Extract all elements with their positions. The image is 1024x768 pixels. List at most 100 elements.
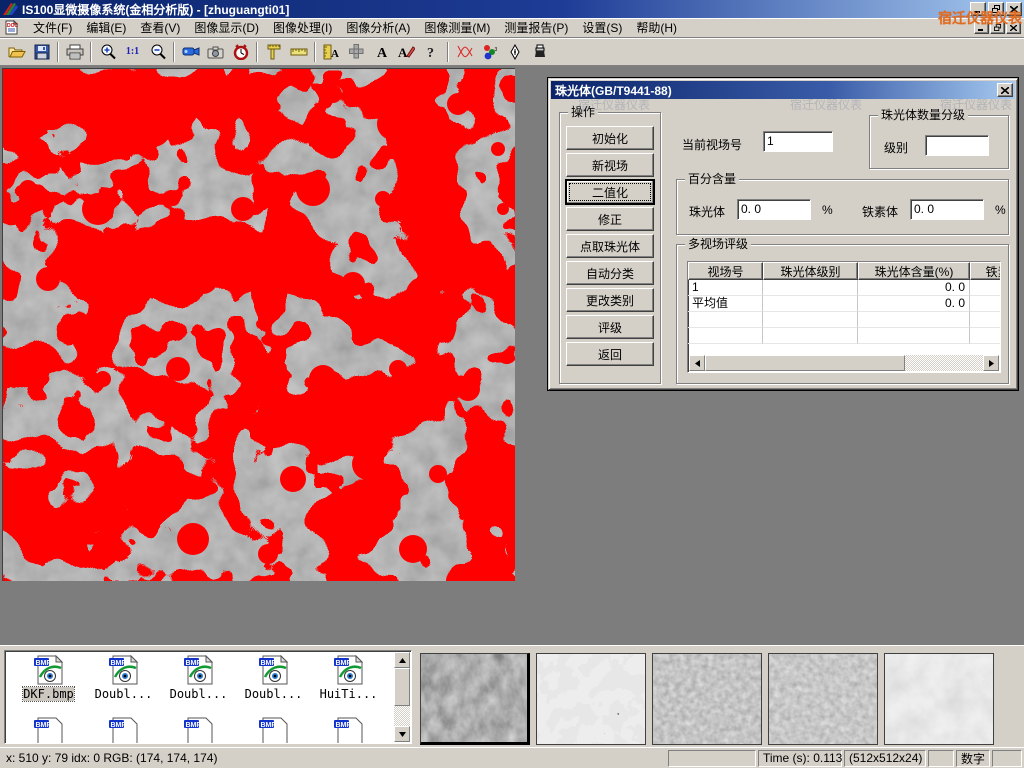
file-name[interactable]: Doubl... bbox=[170, 687, 228, 701]
file-item[interactable]: BMP bbox=[161, 717, 236, 744]
file-item[interactable]: BMP bbox=[311, 717, 386, 744]
pearlite-percent-input[interactable]: 0. 0 bbox=[737, 199, 811, 220]
header-ferrite-content[interactable]: 铁素体含量(%) bbox=[970, 262, 1001, 280]
file-item[interactable]: BMP bbox=[86, 717, 161, 744]
scroll-down-arrow[interactable] bbox=[394, 726, 410, 742]
curve-tool-button[interactable] bbox=[452, 40, 477, 64]
menu-help[interactable]: 帮助(H) bbox=[629, 17, 684, 38]
new-field-button[interactable]: 新视场 bbox=[566, 153, 654, 177]
print-button[interactable] bbox=[62, 40, 87, 64]
menu-settings[interactable]: 设置(S) bbox=[575, 17, 629, 38]
scroll-left-arrow[interactable] bbox=[689, 355, 705, 371]
filmstrip-panel: BMP DKF.bmp BMP Doubl... BMP bbox=[0, 645, 1024, 747]
micrograph-image[interactable] bbox=[2, 68, 515, 581]
file-name[interactable]: DKF.bmp bbox=[23, 687, 74, 701]
caliper-button[interactable] bbox=[261, 40, 286, 64]
minimize-button[interactable] bbox=[970, 2, 986, 16]
pen-tool-button[interactable] bbox=[502, 40, 527, 64]
svg-text:BMP: BMP bbox=[110, 660, 126, 667]
menu-edit[interactable]: 编辑(E) bbox=[79, 17, 133, 38]
cell-grade bbox=[763, 280, 858, 296]
menu-image-analysis[interactable]: 图像分析(A) bbox=[339, 17, 417, 38]
current-field-input[interactable]: 1 bbox=[763, 131, 833, 152]
mdi-close-button[interactable] bbox=[1006, 21, 1021, 34]
table-row[interactable]: 平均值 0. 0 bbox=[688, 296, 1000, 312]
table-row-empty bbox=[688, 312, 1000, 328]
menu-image-display[interactable]: 图像显示(D) bbox=[187, 17, 266, 38]
percent-group: 百分含量 珠光体 0. 0 % 铁素体 0. 0 % bbox=[676, 179, 1009, 235]
menu-view[interactable]: 查看(V) bbox=[133, 17, 187, 38]
file-item[interactable]: BMP HuiTi... bbox=[311, 655, 386, 701]
file-item[interactable]: BMP DKF.bmp bbox=[11, 655, 86, 701]
grid-button[interactable] bbox=[344, 40, 369, 64]
pick-pearlite-button[interactable]: 点取珠光体 bbox=[566, 234, 654, 258]
thumbnail-3[interactable] bbox=[652, 653, 762, 745]
header-field-no[interactable]: 视场号 bbox=[688, 262, 763, 280]
menu-image-process[interactable]: 图像处理(I) bbox=[266, 17, 339, 38]
capture-camera-button[interactable] bbox=[203, 40, 228, 64]
text-button[interactable]: A bbox=[369, 40, 394, 64]
thumbnail-1[interactable] bbox=[420, 653, 530, 745]
svg-text:?: ? bbox=[427, 46, 434, 59]
init-button[interactable]: 初始化 bbox=[566, 126, 654, 150]
help-button[interactable]: ? bbox=[419, 40, 444, 64]
file-list-scrollbar[interactable] bbox=[394, 652, 410, 742]
menu-image-measure[interactable]: 图像测量(M) bbox=[417, 17, 497, 38]
thumbnail-2[interactable] bbox=[536, 653, 646, 745]
mdi-minimize-button[interactable] bbox=[974, 21, 989, 34]
zoom-out-button[interactable] bbox=[145, 40, 170, 64]
bmp-file-icon: BMP bbox=[182, 655, 216, 685]
timer-button[interactable] bbox=[228, 40, 253, 64]
multi-field-table[interactable]: 视场号 珠光体级别 珠光体含量(%) 铁素体含量(%) 1 0. 0 平均值 0… bbox=[687, 261, 1001, 373]
scroll-thumb[interactable] bbox=[394, 668, 410, 706]
header-pearlite-content[interactable]: 珠光体含量(%) bbox=[858, 262, 970, 280]
ferrite-percent-input[interactable]: 0. 0 bbox=[910, 199, 984, 220]
scroll-right-arrow[interactable] bbox=[983, 355, 999, 371]
thumbnail-4[interactable] bbox=[768, 653, 878, 745]
file-item[interactable]: BMP Doubl... bbox=[86, 655, 161, 701]
file-list[interactable]: BMP DKF.bmp BMP Doubl... BMP bbox=[4, 650, 412, 744]
cursor-position-readout: x: 510 y: 79 idx: 0 RGB: (174, 174, 174) bbox=[2, 751, 666, 765]
close-button[interactable] bbox=[1006, 2, 1022, 16]
brush-tool-button[interactable] bbox=[527, 40, 552, 64]
scroll-track[interactable] bbox=[705, 355, 983, 371]
mdi-restore-button[interactable] bbox=[990, 21, 1005, 34]
video-camera-button[interactable] bbox=[178, 40, 203, 64]
header-pearlite-grade[interactable]: 珠光体级别 bbox=[763, 262, 858, 280]
file-item[interactable]: BMP bbox=[236, 717, 311, 744]
zoom-in-button[interactable] bbox=[95, 40, 120, 64]
open-button[interactable] bbox=[4, 40, 29, 64]
file-item[interactable]: BMP Doubl... bbox=[236, 655, 311, 701]
thumbnail-5[interactable] bbox=[884, 653, 994, 745]
toolbar-separator bbox=[90, 42, 92, 62]
dialog-title-bar[interactable]: 珠光体(GB/T9441-88) bbox=[551, 81, 1015, 99]
marker-dots-button[interactable]: 3 bbox=[477, 40, 502, 64]
menu-file[interactable]: 文件(F) bbox=[26, 17, 79, 38]
file-item[interactable]: BMP bbox=[11, 717, 86, 744]
return-button[interactable]: 返回 bbox=[566, 342, 654, 366]
save-button[interactable] bbox=[29, 40, 54, 64]
ruler-button[interactable] bbox=[286, 40, 311, 64]
restore-button[interactable] bbox=[988, 2, 1004, 16]
correct-button[interactable]: 修正 bbox=[566, 207, 654, 231]
scroll-up-arrow[interactable] bbox=[394, 652, 410, 668]
binarize-button[interactable]: 二值化 bbox=[566, 180, 654, 204]
table-row[interactable]: 1 0. 0 bbox=[688, 280, 1000, 296]
scroll-thumb[interactable] bbox=[705, 355, 905, 371]
measure-text-button[interactable]: A bbox=[319, 40, 344, 64]
file-name[interactable]: Doubl... bbox=[95, 687, 153, 701]
menu-measure-report[interactable]: 测量报告(P) bbox=[497, 17, 575, 38]
dialog-close-button[interactable] bbox=[997, 83, 1013, 97]
grade-button[interactable]: 评级 bbox=[566, 315, 654, 339]
change-class-button[interactable]: 更改类别 bbox=[566, 288, 654, 312]
file-item[interactable]: BMP Doubl... bbox=[161, 655, 236, 701]
table-hscrollbar[interactable] bbox=[689, 355, 999, 371]
auto-classify-button[interactable]: 自动分类 bbox=[566, 261, 654, 285]
annotate-button[interactable]: A bbox=[394, 40, 419, 64]
file-name[interactable]: Doubl... bbox=[245, 687, 303, 701]
file-name[interactable]: HuiTi... bbox=[320, 687, 378, 701]
level-input[interactable] bbox=[925, 135, 989, 156]
scroll-track[interactable] bbox=[394, 668, 410, 726]
bmp-file-icon: BMP bbox=[182, 717, 216, 744]
actual-size-button[interactable]: 1:1 bbox=[120, 40, 145, 64]
